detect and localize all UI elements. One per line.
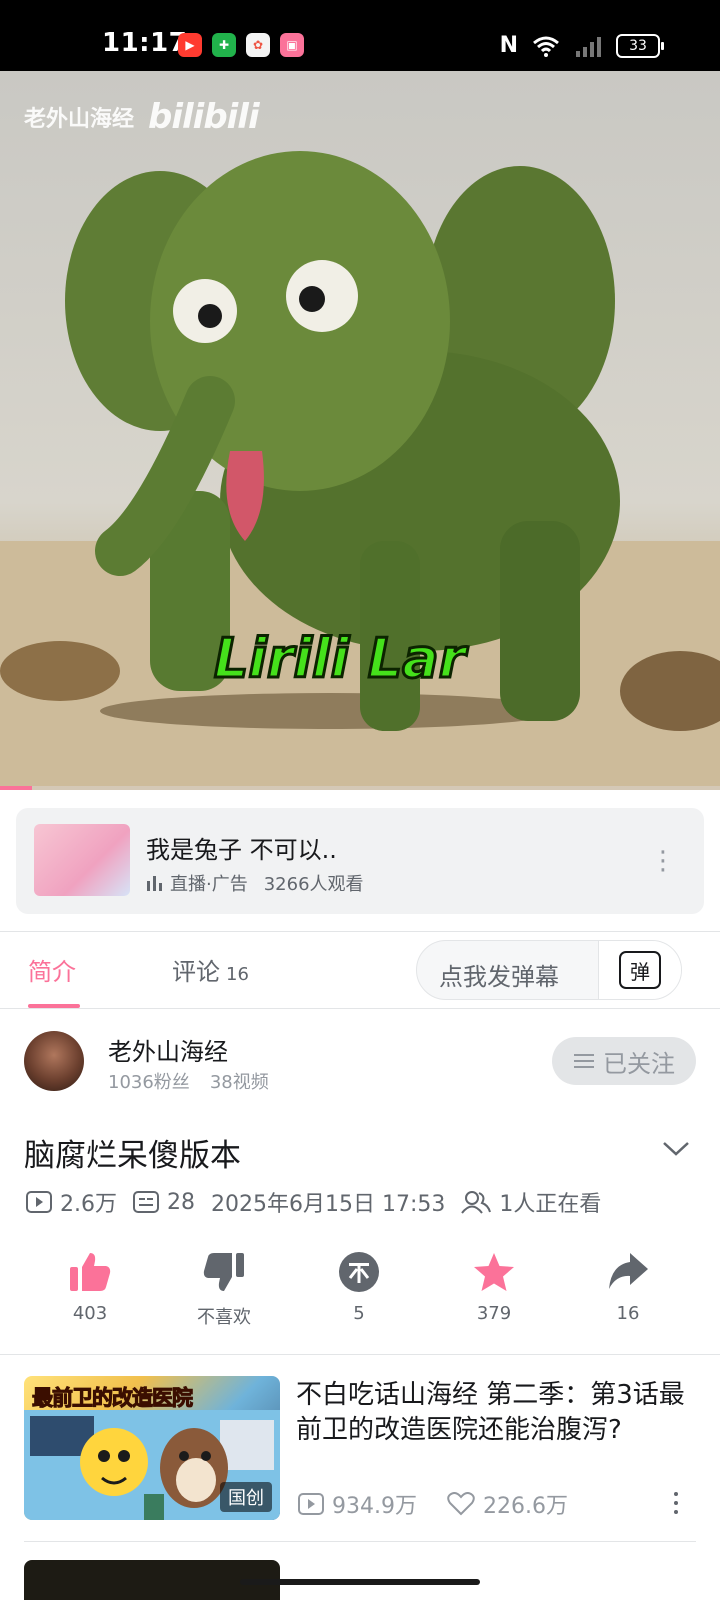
coin-count: 5 <box>353 1303 365 1324</box>
battery-indicator: 33 <box>616 33 664 58</box>
watching-count: 1人正在看 <box>499 1192 602 1217</box>
rec-views-count: 934.9万 <box>332 1494 417 1519</box>
favorite-button[interactable]: 379 <box>434 1251 554 1324</box>
video-meta: 2.6万 28 2025年6月15日 17:53 1人正在看 <box>26 1186 617 1218</box>
ad-viewers: 3266人观看 <box>263 874 364 895</box>
nfc-icon: N <box>499 33 518 58</box>
video-app-icon: ▶ <box>178 33 202 57</box>
recommended-title[interactable]: 不白吃话山海经 第二季：第3话最前卫的改造医院还能治腹泻? <box>296 1378 696 1448</box>
chevron-down-icon[interactable] <box>662 1140 690 1158</box>
uploader-videos: 38视频 <box>209 1072 269 1093</box>
video-player[interactable]: 老外山海经 bilibili Lirili Lar <box>0 71 720 790</box>
share-arrow-icon <box>609 1253 648 1289</box>
ad-meta: 直播·广告 3266人观看 <box>146 870 364 896</box>
danmaku-entry[interactable]: 点我发弹幕 弹 <box>416 940 682 1000</box>
danmaku-count-icon <box>133 1191 159 1213</box>
uploader-name[interactable]: 老外山海经 <box>108 1032 228 1067</box>
detail-tabs: 简介 评论 16 点我发弹幕 弹 <box>0 931 720 1009</box>
rec-views: 934.9万 <box>298 1488 417 1520</box>
progress-fill <box>0 786 32 790</box>
recommended-thumbnail[interactable]: 最前卫的改造医院 国创 <box>24 1376 280 1520</box>
people-icon <box>461 1191 492 1214</box>
watching-stat: 1人正在看 <box>461 1186 601 1218</box>
live-bars-icon <box>147 876 162 891</box>
video-subtitle: Lirili Lar <box>212 626 466 692</box>
rec-likes: 226.6万 <box>447 1488 568 1520</box>
live-ad-card[interactable]: 我是兔子 不可以.. 直播·广告 3266人观看 ⋮ <box>16 808 704 914</box>
tab-comments[interactable]: 评论 16 <box>172 952 249 987</box>
uploader-stats: 1036粉丝 38视频 <box>108 1068 269 1094</box>
status-icons: N 33 <box>499 33 664 58</box>
signal-icon <box>576 36 601 57</box>
like-count: 403 <box>72 1303 108 1324</box>
comment-count: 16 <box>226 964 249 985</box>
thumbs-up-icon <box>70 1253 111 1291</box>
dislike-button[interactable]: 不喜欢 <box>164 1251 284 1329</box>
coin-icon <box>339 1252 379 1292</box>
views-count: 2.6万 <box>60 1192 117 1217</box>
tab-active-indicator <box>28 1004 80 1008</box>
rec-likes-count: 226.6万 <box>482 1494 568 1519</box>
more-options-icon[interactable]: ⋮ <box>650 846 676 876</box>
dislike-label: 不喜欢 <box>197 1307 251 1328</box>
home-indicator[interactable] <box>240 1579 480 1585</box>
danmaku-input[interactable]: 点我发弹幕 <box>439 957 559 992</box>
favorite-count: 379 <box>476 1303 512 1324</box>
color-app-icon: ✿ <box>246 33 270 57</box>
bilibili-app-icon: ▣ <box>280 33 304 57</box>
status-time: 11:17 <box>102 28 188 58</box>
ad-title: 我是兔子 不可以.. <box>146 836 337 864</box>
uploader-avatar[interactable] <box>24 1031 84 1091</box>
video-watermark: 老外山海经 bilibili <box>24 97 260 137</box>
publish-date: 2025年6月15日 17:53 <box>211 1192 446 1217</box>
coin-button[interactable]: 5 <box>299 1251 419 1324</box>
thumbs-down-icon <box>203 1253 244 1291</box>
wifi-icon <box>533 36 559 57</box>
danmaku-toggle-button[interactable]: 弹 <box>598 941 681 999</box>
star-icon <box>474 1253 514 1291</box>
tab-comments-label: 评论 <box>172 958 220 986</box>
danmaku-icon: 弹 <box>619 951 661 989</box>
ad-thumbnail <box>34 824 130 896</box>
video-title: 脑腐烂呆傻版本 <box>24 1138 241 1174</box>
thumbnail-banner: 最前卫的改造医院 <box>32 1386 194 1411</box>
action-bar: 403 不喜欢 5 379 16 <box>0 1251 720 1351</box>
video-progress-bar[interactable] <box>0 786 720 790</box>
danmaku-stat: 28 <box>133 1190 195 1215</box>
play-count-icon <box>26 1191 52 1213</box>
ad-type: 直播·广告 <box>170 874 248 895</box>
follow-label: 已关注 <box>603 1049 675 1078</box>
uploader-fans: 1036粉丝 <box>108 1072 190 1093</box>
recommended-meta: 934.9万 226.6万 <box>298 1488 568 1520</box>
heart-icon <box>447 1492 475 1516</box>
status-bar: 11:17 ▶ ✚ ✿ ▣ N 33 <box>0 0 720 71</box>
share-button[interactable]: 16 <box>568 1251 688 1324</box>
play-count-icon <box>298 1493 324 1515</box>
danmaku-count: 28 <box>167 1189 195 1215</box>
share-count: 16 <box>616 1303 640 1324</box>
bilibili-logo: bilibili <box>148 97 260 137</box>
like-button[interactable]: 403 <box>30 1251 150 1324</box>
original-badge: 国创 <box>220 1482 272 1512</box>
menu-lines-icon <box>574 1054 594 1068</box>
views-stat: 2.6万 <box>26 1186 117 1218</box>
tab-intro[interactable]: 简介 <box>28 952 76 987</box>
watermark-channel: 老外山海经 <box>24 107 135 132</box>
section-divider <box>0 1354 720 1355</box>
follow-button[interactable]: 已关注 <box>552 1037 696 1085</box>
green-app-icon: ✚ <box>212 33 236 57</box>
recommended-more-icon[interactable] <box>674 1492 678 1514</box>
section-divider <box>24 1541 696 1542</box>
